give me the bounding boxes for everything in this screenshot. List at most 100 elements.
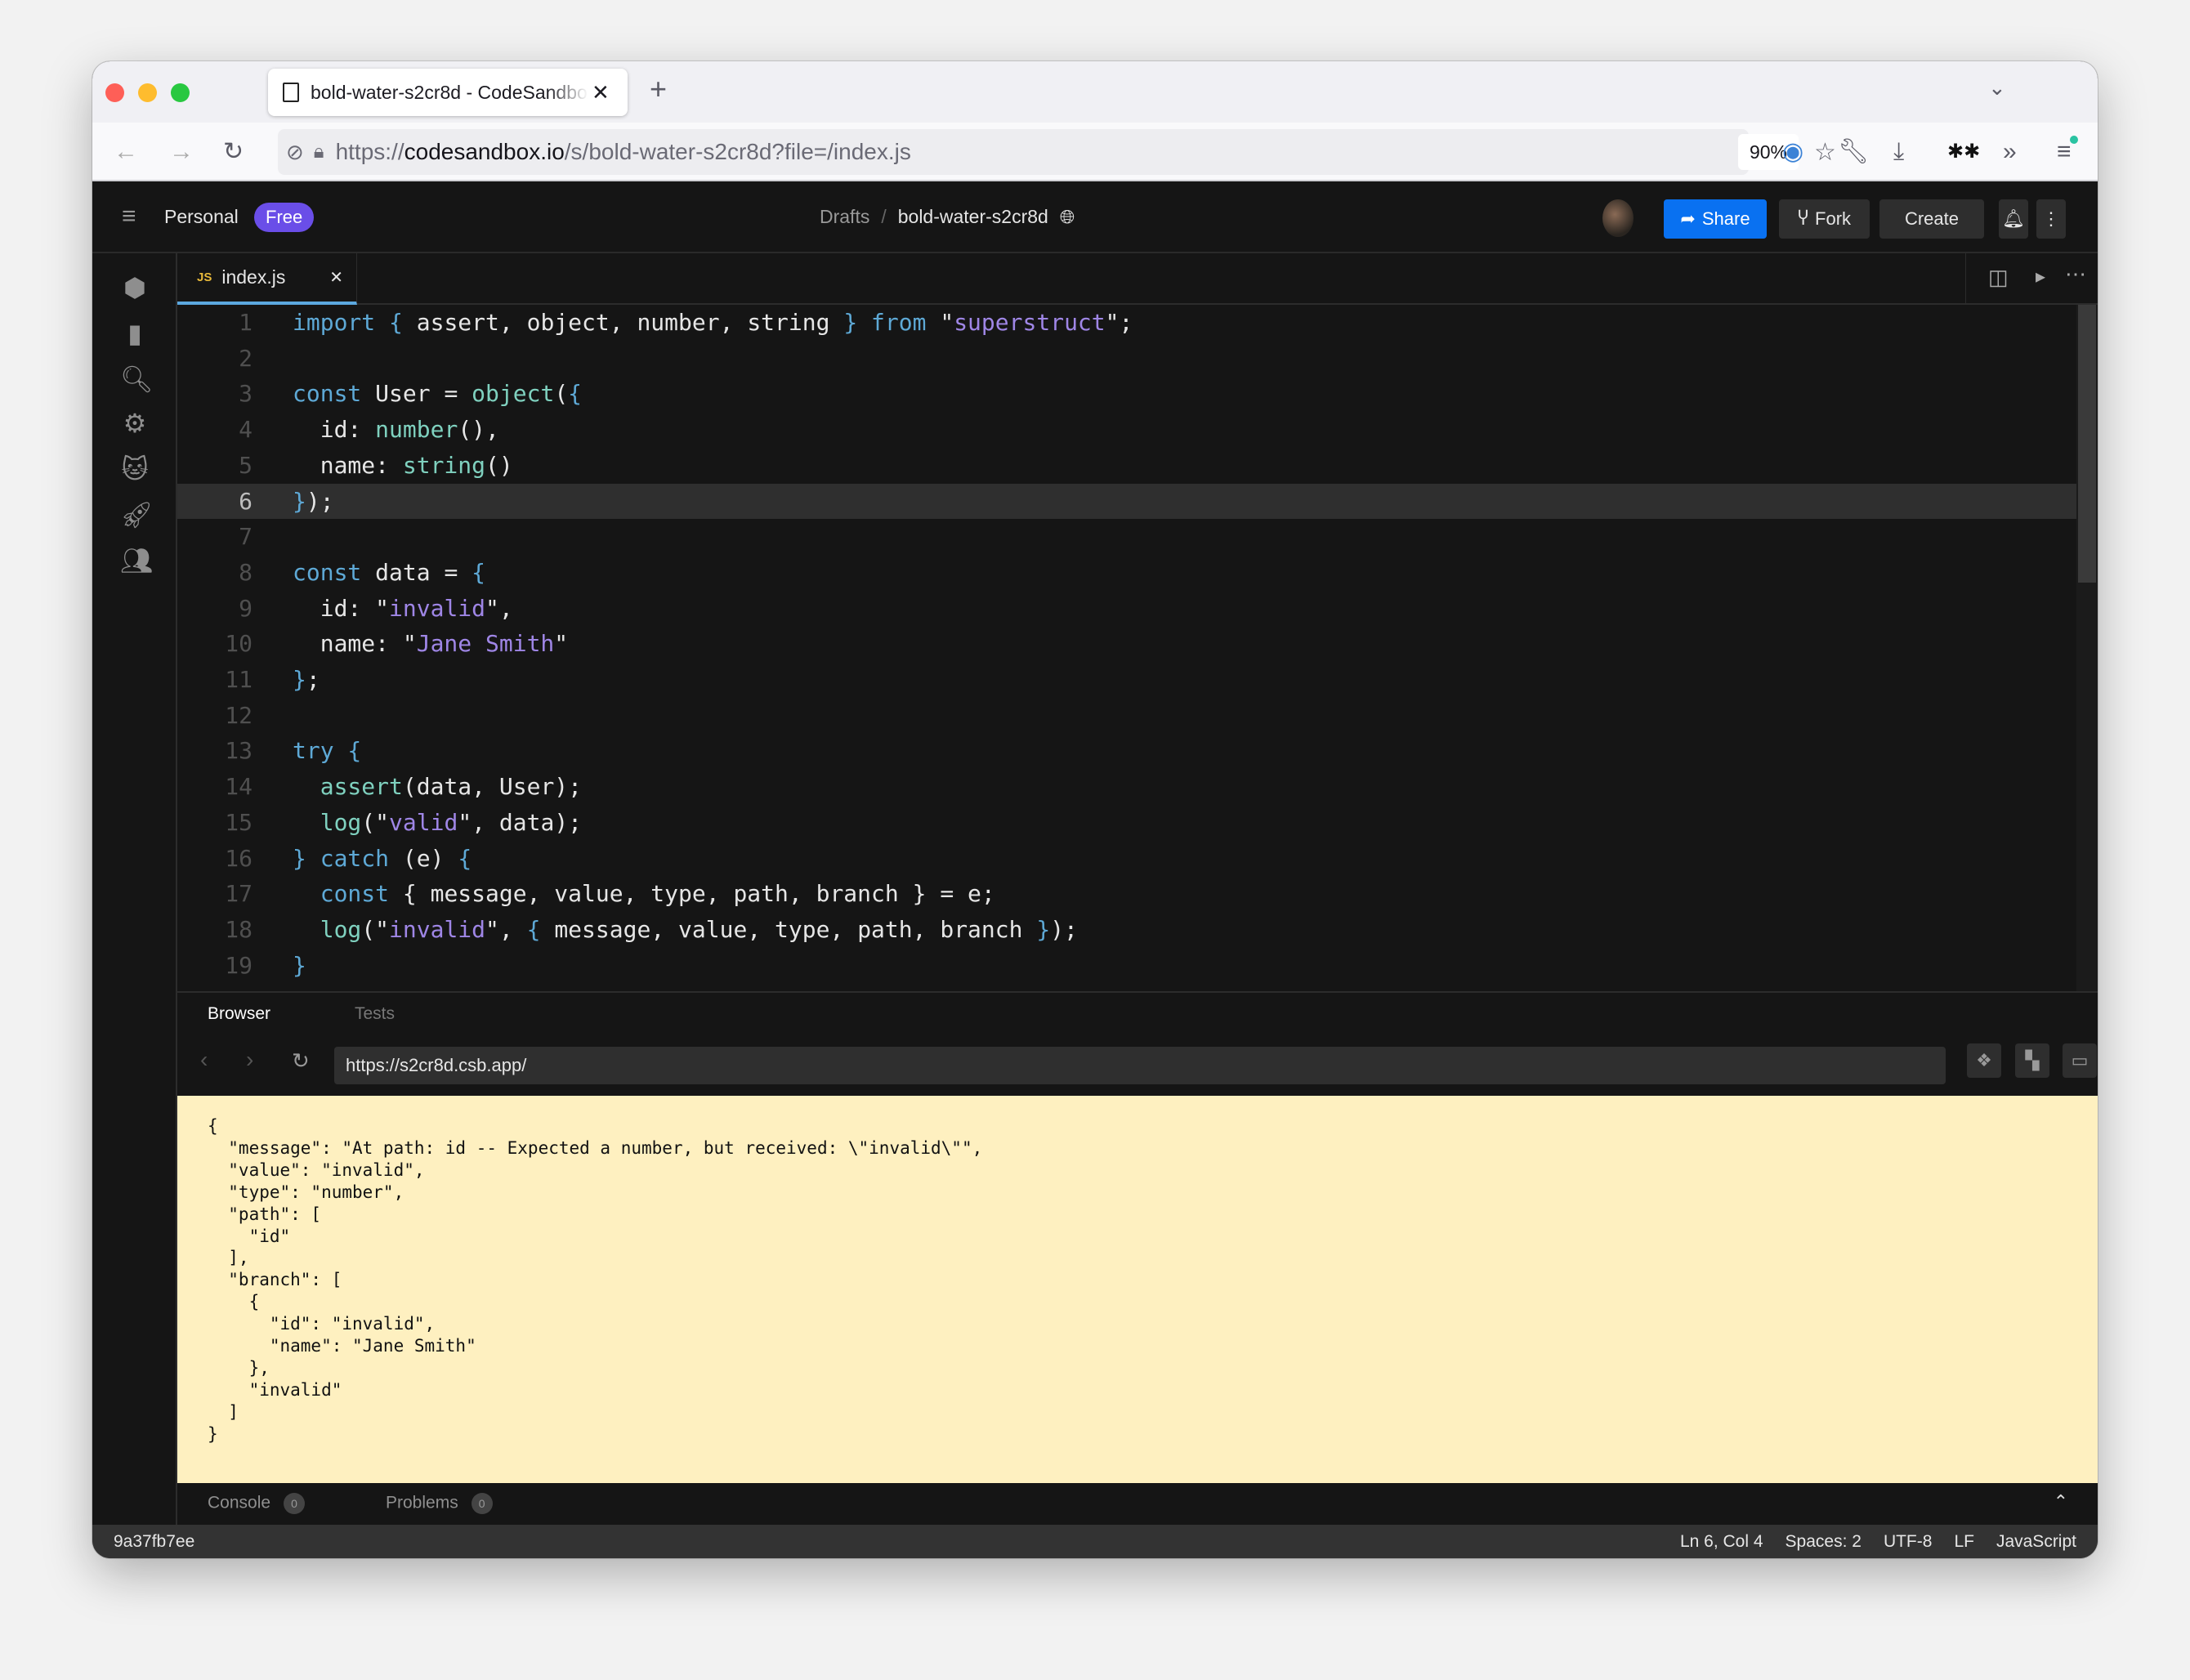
code-line[interactable]: 7: [177, 519, 2098, 555]
file-explorer-icon[interactable]: ▮: [120, 319, 150, 348]
bookmark-star-icon[interactable]: ☆: [1814, 138, 1836, 167]
code-line[interactable]: 19}: [177, 948, 2098, 984]
open-preview-icon[interactable]: ▸: [2036, 265, 2045, 288]
notifications-bell-icon[interactable]: 🔔︎: [1999, 199, 2028, 239]
file-tab-index-js[interactable]: JS index.js ✕: [177, 253, 357, 305]
close-tab-icon[interactable]: ✕: [592, 80, 610, 105]
code-line[interactable]: 15 log("valid", data);: [177, 805, 2098, 841]
language-mode[interactable]: JavaScript: [1996, 1525, 2076, 1558]
code-token: (): [485, 451, 513, 479]
wrench-icon[interactable]: 🔧︎: [1838, 139, 1869, 165]
line-number: 6: [239, 487, 253, 515]
preview-refresh-icon[interactable]: ↻: [292, 1048, 310, 1074]
download-icon[interactable]: ⤓: [1893, 139, 1904, 165]
encoding[interactable]: UTF-8: [1884, 1525, 1933, 1558]
code-line[interactable]: 1 import { assert, object, number, string…: [177, 305, 2098, 341]
create-button[interactable]: Create: [1879, 199, 1984, 239]
new-tab-icon[interactable]: +: [650, 74, 667, 104]
sandbox-name[interactable]: bold-water-s2cr8d: [898, 206, 1048, 228]
code-token: }: [829, 309, 872, 336]
code-line[interactable]: 5 name: string(): [177, 448, 2098, 484]
tab-tests[interactable]: Tests: [355, 1004, 395, 1024]
editor-tabs: JS index.js ✕ ◫ ▸ ⋯: [177, 253, 2098, 305]
more-menu-icon[interactable]: ⋮: [2036, 199, 2066, 239]
plan-badge[interactable]: Free: [254, 203, 315, 232]
live-collaboration-icon[interactable]: 👥︎: [120, 546, 154, 575]
code-line[interactable]: 18 log("invalid", { message, value, type…: [177, 912, 2098, 948]
reload-icon[interactable]: ↻: [223, 139, 244, 165]
code-token: );: [1050, 915, 1078, 943]
code-line[interactable]: 8 const data = {: [177, 555, 2098, 591]
password-manager-icon[interactable]: ◉: [1782, 139, 1803, 165]
close-window-button[interactable]: [105, 83, 124, 102]
code-line[interactable]: 2: [177, 341, 2098, 377]
update-dot: [2070, 136, 2078, 144]
code-line[interactable]: 13 try {: [177, 733, 2098, 769]
minimize-window-button[interactable]: [138, 83, 157, 102]
problems-label: Problems: [386, 1493, 458, 1512]
code-line[interactable]: 9 id: "invalid",: [177, 591, 2098, 627]
code-line[interactable]: 6});: [177, 483, 2098, 520]
code-editor[interactable]: 19} 18 log("invalid", { message, value, t…: [177, 305, 2098, 991]
code-token: ": [926, 309, 954, 336]
code-token: log: [320, 808, 362, 836]
indentation[interactable]: Spaces: 2: [1786, 1525, 1862, 1558]
tracking-protection-icon[interactable]: ⊘: [286, 140, 304, 165]
editor-scrollbar[interactable]: [2076, 305, 2098, 991]
code-token: superstruct: [954, 309, 1106, 336]
code-line[interactable]: 4 id: number(),: [177, 412, 2098, 448]
split-editor-icon[interactable]: ◫: [1988, 265, 2009, 290]
code-token: string: [402, 451, 486, 479]
editor-more-icon[interactable]: ⋯: [2065, 261, 2086, 287]
tab-browser[interactable]: Browser: [208, 1004, 270, 1024]
app-menu-icon[interactable]: ≡: [2057, 139, 2072, 165]
settings-gear-icon[interactable]: ⚙: [120, 409, 150, 438]
code-line[interactable]: 16} catch (e) {: [177, 841, 2098, 877]
more-tools-icon[interactable]: »: [2003, 139, 2017, 165]
share-button[interactable]: ➦ Share: [1664, 199, 1767, 239]
code-line[interactable]: 10 name: "Jane Smith": [177, 626, 2098, 662]
expand-panel-chevron-icon[interactable]: ⌃: [2054, 1491, 2068, 1512]
code-token: (data, User);: [402, 773, 583, 801]
preview-forward-icon[interactable]: ›: [246, 1047, 253, 1073]
browser-tab[interactable]: bold-water-s2cr8d - CodeSandbox ✕: [268, 69, 628, 116]
extension-icon[interactable]: ✱✱: [1947, 139, 1980, 165]
open-in-new-tab-icon[interactable]: ▭: [2063, 1043, 2097, 1078]
problems-tab[interactable]: Problems 0: [386, 1493, 493, 1514]
console-tab[interactable]: Console 0: [208, 1493, 306, 1514]
responsive-view-icon[interactable]: ▚: [2015, 1043, 2049, 1078]
code-token: {: [472, 558, 486, 586]
menu-icon[interactable]: ≡: [122, 203, 136, 230]
sandbox-info-cube-icon[interactable]: ⬢: [120, 273, 150, 302]
github-icon[interactable]: 🐱︎: [120, 454, 150, 484]
line-source: name: "Jane Smith": [293, 626, 568, 662]
forward-icon[interactable]: →: [169, 139, 194, 165]
console-label: Console: [208, 1493, 271, 1512]
close-file-tab-icon[interactable]: ✕: [329, 267, 343, 288]
deploy-rocket-icon[interactable]: 🚀︎: [120, 500, 154, 529]
cursor-position[interactable]: Ln 6, Col 4: [1680, 1525, 1763, 1558]
code-line[interactable]: 14 assert(data, User);: [177, 769, 2098, 805]
address-bar[interactable]: ⊘ 🔒︎ https://codesandbox.io/s/bold-water…: [278, 129, 1836, 175]
lock-icon[interactable]: 🔒︎: [314, 141, 324, 163]
maximize-window-button[interactable]: [171, 83, 190, 102]
code-line[interactable]: 11};: [177, 662, 2098, 698]
preview-url-input[interactable]: https://s2cr8d.csb.app/: [334, 1047, 1946, 1084]
avatar[interactable]: [1602, 199, 1634, 237]
workspace-name[interactable]: Personal: [164, 206, 239, 228]
breadcrumb-drafts[interactable]: Drafts: [820, 206, 869, 228]
code-line[interactable]: 3 const User = object({: [177, 376, 2098, 412]
back-icon[interactable]: ←: [114, 139, 138, 165]
line-ending[interactable]: LF: [1954, 1525, 1974, 1558]
tab-list-chevron-icon[interactable]: ⌄: [1988, 74, 2006, 101]
open-in-new-window-icon[interactable]: ❖: [1967, 1043, 2001, 1078]
code-token: (),: [458, 416, 499, 444]
scrollbar-thumb[interactable]: [2078, 305, 2096, 583]
line-source: log("valid", data);: [293, 805, 582, 841]
code-line[interactable]: 12: [177, 698, 2098, 734]
search-icon[interactable]: 🔍︎: [120, 364, 154, 394]
preview-back-icon[interactable]: ‹: [200, 1047, 208, 1073]
code-line[interactable]: 17 const { message, value, type, path, b…: [177, 876, 2098, 912]
code-token: User =: [361, 380, 472, 408]
fork-button[interactable]: Ⴤ Fork: [1779, 199, 1870, 239]
